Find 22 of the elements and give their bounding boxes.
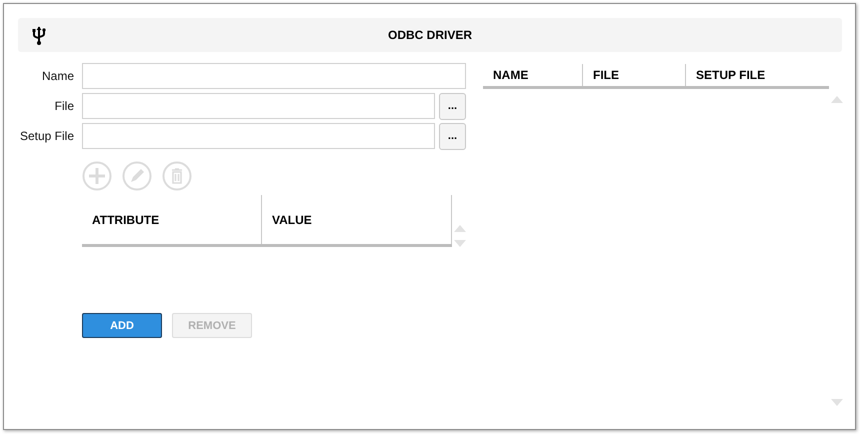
add-icon [82, 161, 112, 191]
scroll-down-icon[interactable] [831, 399, 843, 406]
column-header[interactable]: SETUP FILE [686, 64, 829, 86]
field-label: Setup File [18, 129, 74, 143]
field-label: File [54, 99, 74, 113]
input-field[interactable] [82, 123, 435, 149]
input-field[interactable] [82, 93, 435, 119]
pencil-icon [122, 161, 152, 191]
column-header[interactable]: VALUE [262, 195, 452, 244]
field-label: Name [40, 69, 74, 83]
window-title: ODBC DRIVER [386, 28, 473, 42]
scroll-down-icon[interactable] [454, 240, 466, 247]
input-field[interactable] [82, 63, 466, 89]
column-header[interactable]: NAME [483, 64, 583, 86]
usb-icon [32, 26, 46, 44]
scroll-up-icon[interactable] [454, 225, 466, 232]
column-header[interactable]: ATTRIBUTE [82, 195, 262, 244]
browse-button[interactable]: ... [439, 92, 466, 120]
browse-button[interactable]: ... [439, 122, 466, 150]
scroll-up-icon[interactable] [831, 96, 843, 103]
trash-icon [162, 161, 192, 191]
column-header[interactable]: FILE [583, 64, 686, 86]
